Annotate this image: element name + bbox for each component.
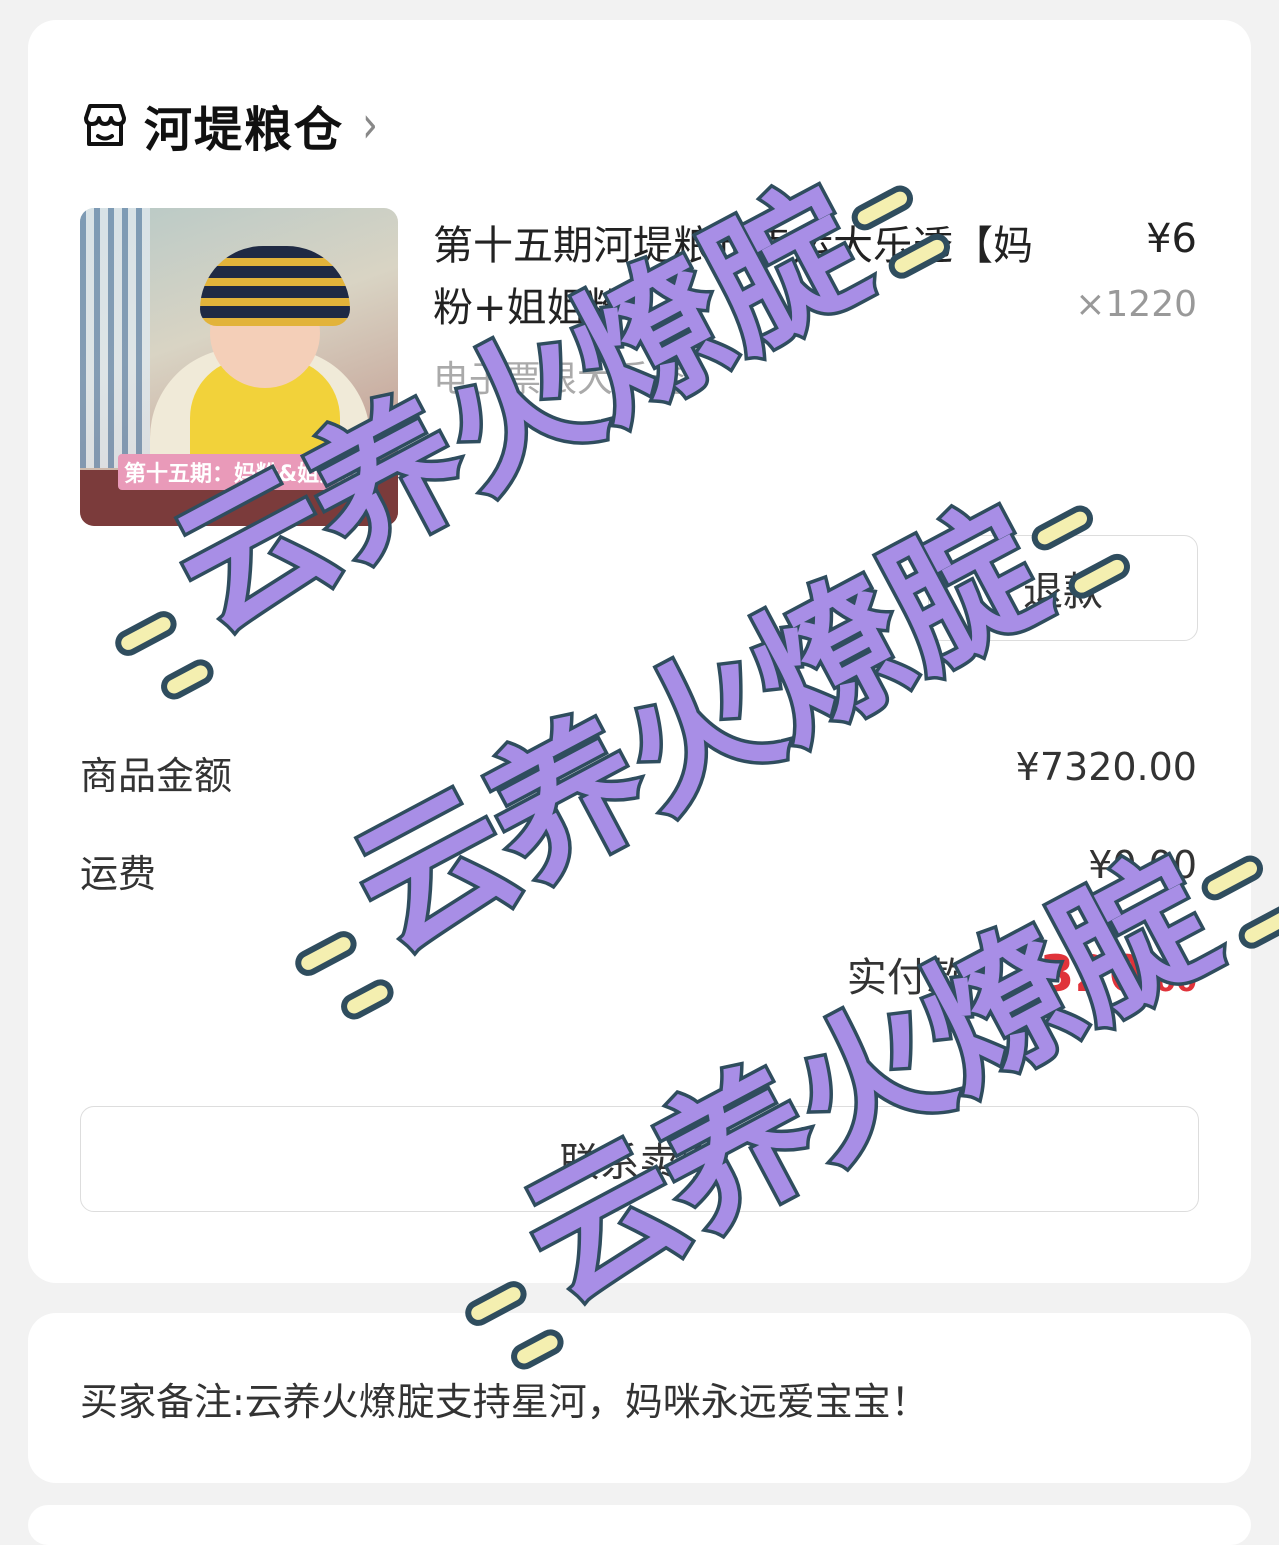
paid-label: 实付款 bbox=[846, 955, 967, 1001]
paid-amount: 7320 bbox=[1004, 945, 1144, 1003]
chevron-right-icon: › bbox=[362, 95, 379, 155]
product-title[interactable]: 第十五期河堤粮仓幸运大乐透【妈粉+姐姐粉】 bbox=[433, 215, 1033, 339]
contact-seller-button[interactable]: 联系卖家 bbox=[80, 1106, 1199, 1212]
product-image[interactable]: 第十五期：妈粉&姐姐粉 bbox=[80, 208, 398, 526]
buyer-note: 买家备注:云养火燎腚支持星河，妈咪永远爱宝宝！ bbox=[80, 1380, 929, 1424]
paid-amount-decimal: .00 bbox=[1143, 964, 1197, 999]
shipping-label: 运费 bbox=[80, 852, 157, 896]
paid-currency: ¥ bbox=[980, 965, 999, 998]
goods-amount-label: 商品金额 bbox=[80, 754, 233, 798]
product-subtitle: 电子票根大乐透 bbox=[433, 359, 686, 400]
image-hat bbox=[200, 246, 350, 326]
shop-name: 河堤粮仓 bbox=[144, 102, 345, 158]
shop-header[interactable]: 河堤粮仓 › bbox=[80, 90, 378, 160]
quantity: ×1220 bbox=[1075, 284, 1197, 325]
order-card: 河堤粮仓 › 第十五期：妈粉&姐姐粉 第十五期河堤粮仓幸运大乐透【妈粉+姐姐粉】… bbox=[28, 20, 1251, 1283]
refund-button[interactable]: 退款 bbox=[928, 535, 1198, 641]
paid-total: 实付款 ¥ 7320 .00 bbox=[847, 945, 1197, 1003]
unit-price: ¥6 bbox=[1146, 216, 1197, 262]
goods-amount-value: ¥7320.00 bbox=[1015, 745, 1197, 789]
image-caption: 第十五期：妈粉&姐姐粉 bbox=[118, 454, 370, 490]
shipping-value: ¥0.00 bbox=[1088, 843, 1197, 887]
image-curtain bbox=[80, 208, 150, 468]
buyer-note-card: 买家备注:云养火燎腚支持星河，妈咪永远爱宝宝！ bbox=[28, 1313, 1251, 1483]
store-icon bbox=[84, 104, 126, 146]
next-card bbox=[28, 1505, 1251, 1545]
goods-amount-row: 商品金额 ¥7320.00 bbox=[80, 745, 1197, 800]
shipping-row: 运费 ¥0.00 bbox=[80, 843, 1197, 898]
